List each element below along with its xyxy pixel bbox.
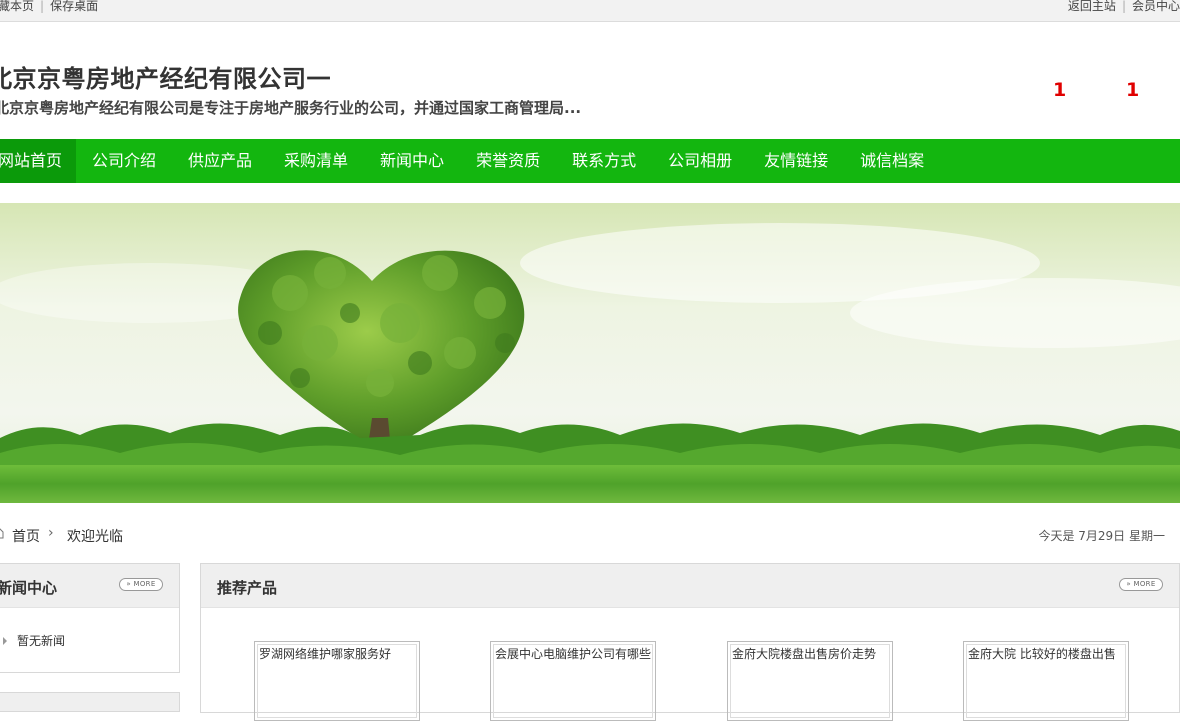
- product-title: 金府大院 比较好的楼盘出售: [966, 644, 1126, 718]
- news-center-box: 新闻中心 » MORE 暂无新闻: [0, 563, 180, 673]
- breadcrumb: 首页 › 欢迎光临 今天是 7月29日 星期一: [0, 524, 1180, 546]
- list-item: 暂无新闻: [0, 632, 65, 649]
- save-desktop-link[interactable]: 保存桌面: [50, 0, 98, 13]
- breadcrumb-separator: ›: [48, 525, 54, 541]
- products-more-button[interactable]: » MORE: [1119, 578, 1163, 591]
- product-card[interactable]: 会展中心电脑维护公司有哪些: [490, 641, 656, 721]
- company-name: 北京京粤房地产经纪有限公司一: [0, 65, 331, 93]
- header-counter-1: 1: [1053, 79, 1067, 101]
- product-title: 会展中心电脑维护公司有哪些: [493, 644, 653, 718]
- news-empty-text: 暂无新闻: [17, 634, 66, 648]
- topbar-separator: |: [1121, 0, 1126, 13]
- nav-item-album[interactable]: 公司相册: [652, 139, 748, 183]
- current-date: 今天是 7月29日 星期一: [1038, 529, 1165, 543]
- nav-item-news[interactable]: 新闻中心: [364, 139, 460, 183]
- topbar-left-links: 收藏本页 | 保存桌面: [0, 0, 98, 13]
- breadcrumb-home-link[interactable]: 首页: [12, 526, 40, 546]
- news-box-header: 新闻中心 » MORE: [0, 564, 179, 608]
- products-box-header: 推荐产品 » MORE: [201, 564, 1179, 608]
- return-main-site-link[interactable]: 返回主站: [1068, 0, 1116, 13]
- nav-item-supply[interactable]: 供应产品: [172, 139, 268, 183]
- nav-item-purchase[interactable]: 采购清单: [268, 139, 364, 183]
- product-card[interactable]: 罗湖网络维护哪家服务好: [254, 641, 420, 721]
- nav-item-contact[interactable]: 联系方式: [556, 139, 652, 183]
- home-icon: [0, 528, 4, 539]
- topbar-separator: |: [40, 0, 45, 13]
- topbar-right-links: 返回主站 | 会员中心: [1068, 0, 1180, 13]
- nav-item-about[interactable]: 公司介绍: [76, 139, 172, 183]
- hero-banner: [0, 203, 1180, 503]
- company-description: 北京京粤房地产经纪有限公司是专注于房地产服务行业的公司，并通过国家工商管理局..…: [0, 99, 582, 117]
- product-card[interactable]: 金府大院 比较好的楼盘出售: [963, 641, 1129, 721]
- product-title: 金府大院楼盘出售房价走势: [730, 644, 890, 718]
- news-more-button[interactable]: » MORE: [119, 578, 163, 591]
- heart-tree-banner-image: [0, 203, 1180, 503]
- secondary-sidebar-box: [0, 692, 180, 712]
- product-title: 罗湖网络维护哪家服务好: [257, 644, 417, 718]
- site-header: 北京京粤房地产经纪有限公司一 北京京粤房地产经纪有限公司是专注于房地产服务行业的…: [0, 23, 1180, 139]
- top-utility-bar: 收藏本页 | 保存桌面 返回主站 | 会员中心: [0, 0, 1180, 22]
- breadcrumb-current: 欢迎光临: [67, 529, 123, 545]
- product-card[interactable]: 金府大院楼盘出售房价走势: [727, 641, 893, 721]
- recommended-products-box: 推荐产品 » MORE 罗湖网络维护哪家服务好 会展中心电脑维护公司有哪些 金府…: [200, 563, 1180, 721]
- nav-item-links[interactable]: 友情链接: [748, 139, 844, 183]
- nav-item-honors[interactable]: 荣誉资质: [460, 139, 556, 183]
- header-counter-2: 1: [1126, 79, 1140, 101]
- bullet-triangle-icon: [3, 637, 7, 645]
- member-center-link[interactable]: 会员中心: [1132, 0, 1180, 13]
- bookmark-link[interactable]: 收藏本页: [0, 0, 34, 13]
- nav-item-credit[interactable]: 诚信档案: [844, 139, 940, 183]
- news-box-title: 新闻中心: [0, 579, 58, 597]
- nav-item-home[interactable]: 网站首页: [0, 139, 76, 183]
- products-box-title: 推荐产品: [217, 579, 278, 597]
- main-nav: 网站首页 公司介绍 供应产品 采购清单 新闻中心 荣誉资质 联系方式 公司相册 …: [0, 139, 1180, 183]
